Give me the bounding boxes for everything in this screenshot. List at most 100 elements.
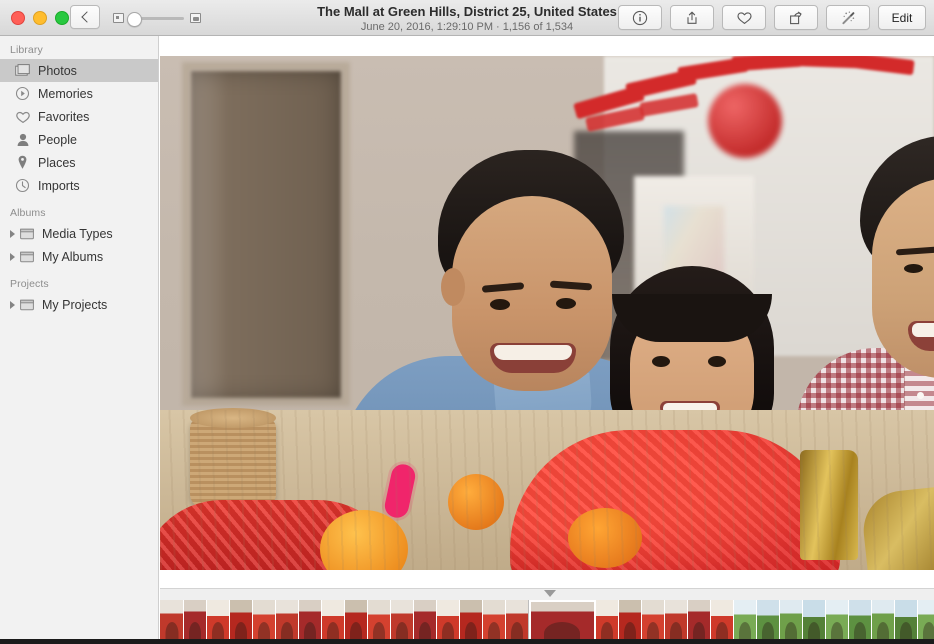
photo-twine-spool bbox=[190, 418, 276, 508]
filmstrip-thumbnail[interactable] bbox=[506, 600, 529, 644]
sidebar-item-label: My Albums bbox=[42, 249, 104, 264]
filmstrip-thumbnail[interactable] bbox=[734, 600, 757, 644]
filmstrip-thumbnail[interactable] bbox=[391, 600, 414, 644]
info-button[interactable] bbox=[618, 5, 662, 30]
sidebar-item-places[interactable]: Places bbox=[0, 151, 158, 174]
filmstrip-thumbnail[interactable] bbox=[757, 600, 780, 644]
sidebar-item-my-projects[interactable]: My Projects bbox=[0, 293, 158, 316]
sidebar-item-favorites[interactable]: Favorites bbox=[0, 105, 158, 128]
sidebar-section-header-projects: Projects bbox=[10, 278, 49, 290]
photo-viewer[interactable] bbox=[160, 36, 934, 588]
filmstrip-thumbnail[interactable] bbox=[688, 600, 711, 644]
photo-child-eye-right bbox=[708, 356, 726, 367]
filmstrip-thumbnail[interactable] bbox=[826, 600, 849, 644]
sidebar-section-header-albums: Albums bbox=[10, 207, 46, 219]
share-button[interactable] bbox=[670, 5, 714, 30]
filmstrip-thumbnail[interactable] bbox=[207, 600, 230, 644]
filmstrip-thumbnail[interactable] bbox=[849, 600, 872, 644]
filmstrip-thumbnail[interactable] bbox=[619, 600, 642, 644]
toolbar-button-group: Edit bbox=[618, 5, 926, 30]
zoom-button[interactable] bbox=[55, 11, 69, 25]
heart-icon bbox=[736, 11, 752, 24]
filmstrip-thumbnail[interactable] bbox=[414, 600, 437, 644]
small-thumbnail-icon[interactable] bbox=[113, 13, 124, 23]
traffic-light-group bbox=[11, 11, 69, 25]
sidebar-item-memories[interactable]: Memories bbox=[0, 82, 158, 105]
displayed-photo[interactable] bbox=[160, 56, 934, 570]
filmstrip-thumbnail[interactable] bbox=[642, 600, 665, 644]
sidebar-item-label: Photos bbox=[38, 63, 77, 78]
sidebar-item-photos[interactable]: Photos bbox=[0, 59, 158, 82]
filmstrip-thumbnail[interactable] bbox=[160, 600, 184, 644]
filmstrip-thumbnail[interactable] bbox=[872, 600, 895, 644]
large-photo-icon[interactable] bbox=[190, 13, 201, 23]
close-button[interactable] bbox=[11, 11, 25, 25]
sidebar-item-label: Memories bbox=[38, 86, 93, 101]
photos-app-window: The Mall at Green Hills, District 25, Un… bbox=[0, 0, 934, 644]
filmstrip-thumbnail[interactable] bbox=[345, 600, 368, 644]
photo-orange-fruit bbox=[448, 474, 504, 530]
filmstrip-thumbnail[interactable] bbox=[322, 600, 345, 644]
sidebar-item-people[interactable]: People bbox=[0, 128, 158, 151]
thumbnail-filmstrip[interactable] bbox=[160, 588, 934, 644]
clock-icon bbox=[14, 178, 31, 193]
chevron-left-icon bbox=[80, 11, 93, 23]
filmstrip-thumbnail[interactable] bbox=[596, 600, 619, 644]
person-icon bbox=[14, 132, 31, 147]
filmstrip-thumbnail[interactable] bbox=[665, 600, 688, 644]
enhance-button[interactable] bbox=[826, 5, 870, 30]
favorite-button[interactable] bbox=[722, 5, 766, 30]
filmstrip-thumbnail[interactable] bbox=[895, 600, 918, 644]
sidebar-item-media-types[interactable]: Media Types bbox=[0, 222, 158, 245]
thumbnail-size-slider[interactable] bbox=[113, 10, 201, 27]
sidebar-item-label: Media Types bbox=[42, 226, 113, 241]
photo-pink-scissors bbox=[382, 462, 418, 520]
filmstrip-thumbnail[interactable] bbox=[276, 600, 299, 644]
sidebar-item-imports[interactable]: Imports bbox=[0, 174, 158, 197]
photo-grandfather-button bbox=[917, 392, 924, 399]
rotate-button[interactable] bbox=[774, 5, 818, 30]
filmstrip-thumbnail[interactable] bbox=[918, 600, 934, 644]
filmstrip-thumbnail[interactable] bbox=[803, 600, 826, 644]
share-box-arrow-up-icon bbox=[687, 11, 697, 24]
filmstrip-thumbnail[interactable] bbox=[253, 600, 276, 644]
disclosure-triangle-icon[interactable] bbox=[10, 252, 15, 261]
sidebar-item-label: Places bbox=[38, 155, 76, 170]
folder-icon bbox=[18, 249, 35, 264]
sidebar-item-label: My Projects bbox=[42, 297, 108, 312]
photo-red-lantern bbox=[708, 84, 782, 158]
photo-grandfather-eye-left bbox=[904, 264, 923, 273]
filmstrip-thumbnail[interactable] bbox=[780, 600, 803, 644]
filmstrip-thumbnail[interactable] bbox=[184, 600, 207, 644]
slider-thumb[interactable] bbox=[127, 11, 142, 27]
filmstrip-thumbnail[interactable] bbox=[460, 600, 483, 644]
filmstrip-track[interactable] bbox=[160, 600, 934, 644]
minimize-button[interactable] bbox=[33, 11, 47, 25]
filmstrip-thumbnail[interactable] bbox=[230, 600, 253, 644]
folder-icon bbox=[18, 226, 35, 241]
photo-gold-ingot bbox=[800, 450, 858, 560]
folder-icon bbox=[18, 297, 35, 312]
main-content-area bbox=[160, 36, 934, 644]
filmstrip-thumbnail-selected[interactable] bbox=[529, 600, 596, 644]
disclosure-triangle-icon[interactable] bbox=[10, 229, 15, 238]
filmstrip-thumbnail[interactable] bbox=[368, 600, 391, 644]
magic-wand-icon bbox=[841, 11, 854, 24]
sidebar-item-my-albums[interactable]: My Albums bbox=[0, 245, 158, 268]
photo-red-paper-decorations bbox=[160, 500, 400, 570]
back-button[interactable] bbox=[70, 5, 100, 29]
photo-father-ear bbox=[441, 268, 465, 306]
edit-button[interactable]: Edit bbox=[878, 5, 926, 30]
filmstrip-thumbnail[interactable] bbox=[299, 600, 322, 644]
photo-persimmon bbox=[568, 508, 642, 568]
slider-track[interactable] bbox=[127, 11, 184, 27]
photo-door-frame bbox=[182, 62, 350, 406]
filmstrip-thumbnail[interactable] bbox=[437, 600, 460, 644]
photo-child-bangs bbox=[612, 294, 772, 342]
photo-father-eye-right bbox=[556, 298, 576, 309]
photo-gold-ornament bbox=[859, 485, 934, 570]
filmstrip-thumbnail[interactable] bbox=[711, 600, 734, 644]
disclosure-triangle-icon[interactable] bbox=[10, 300, 15, 309]
filmstrip-thumbnail[interactable] bbox=[483, 600, 506, 644]
photo-orange-fruit bbox=[320, 510, 408, 570]
